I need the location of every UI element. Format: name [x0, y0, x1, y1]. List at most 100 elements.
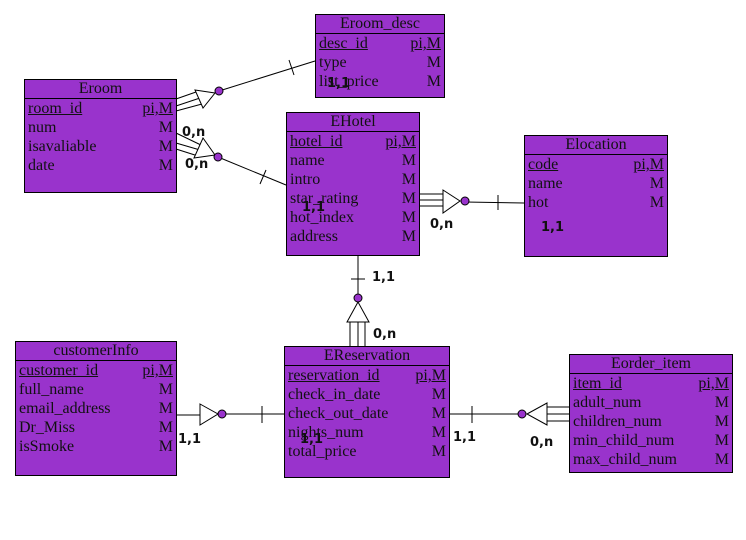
cardinality-label: 0,n: [430, 217, 454, 232]
attribute-row: children_num M: [570, 412, 732, 431]
attribute-constraint: pi,M: [415, 367, 446, 384]
attribute-name: adult_num: [573, 394, 642, 411]
attribute-constraint: M: [649, 194, 664, 211]
attribute-name: check_in_date: [288, 386, 381, 403]
attribute-row: full_name M: [16, 380, 176, 399]
attribute-constraint: M: [431, 386, 446, 403]
attribute-constraint: M: [158, 157, 173, 174]
attribute-row: isavaliable M: [25, 137, 176, 156]
attribute-row: Dr_Miss M: [16, 418, 176, 437]
attribute-name: check_out_date: [288, 405, 389, 422]
attribute-row: max_child_num M: [570, 450, 732, 469]
cardinality-label: 0,n: [185, 157, 209, 172]
attribute-constraint: M: [158, 381, 173, 398]
attribute-name: address: [290, 228, 338, 245]
attribute-constraint: M: [431, 424, 446, 441]
cardinality-label: 0,n: [530, 435, 554, 450]
attribute-row: num M: [25, 118, 176, 137]
attribute-constraint: M: [714, 432, 729, 449]
attribute-constraint: M: [401, 209, 416, 226]
cardinality-label: 1,1: [300, 432, 324, 447]
attribute-row: desc_id pi,M: [316, 34, 444, 53]
attribute-row: reservation_id pi,M: [285, 366, 449, 385]
attribute-row: date M: [25, 156, 176, 175]
attribute-name: reservation_id: [288, 367, 380, 384]
attribute-name: customer_id: [19, 362, 99, 379]
attribute-name: date: [28, 157, 55, 174]
attribute-row: item_id pi,M: [570, 374, 732, 393]
cardinality-label: 1,1: [302, 200, 326, 215]
attribute-name: full_name: [19, 381, 84, 398]
attribute-row: type M: [316, 53, 444, 72]
attribute-name: name: [290, 152, 325, 169]
cardinality-label: 1,1: [453, 430, 477, 445]
attribute-row: room_id pi,M: [25, 99, 176, 118]
entity-title: EReservation: [285, 347, 449, 366]
attribute-constraint: M: [401, 190, 416, 207]
attribute-name: code: [528, 156, 559, 173]
cardinality-label: 1,1: [327, 76, 351, 91]
attribute-constraint: M: [158, 119, 173, 136]
attribute-row: adult_num M: [570, 393, 732, 412]
attribute-row: min_child_num M: [570, 431, 732, 450]
attribute-row: code pi,M: [525, 155, 667, 174]
entity-title: Eroom_desc: [316, 15, 444, 34]
attribute-constraint: M: [426, 54, 441, 71]
attribute-constraint: M: [714, 451, 729, 468]
attribute-constraint: pi,M: [633, 156, 664, 173]
attribute-name: hotel_id: [290, 133, 343, 150]
attribute-constraint: M: [426, 73, 441, 90]
entity-title: customerInfo: [16, 342, 176, 361]
attribute-name: max_child_num: [573, 451, 677, 468]
entity-ehotel[interactable]: EHotel hotel_id pi,M name Mintro Mstar_rating…: [286, 112, 420, 256]
attribute-constraint: M: [714, 394, 729, 411]
attribute-constraint: M: [431, 405, 446, 422]
cardinality-label: 0,n: [373, 327, 397, 342]
attribute-name: isavaliable: [28, 138, 97, 155]
attribute-row: check_in_date M: [285, 385, 449, 404]
attribute-name: children_num: [573, 413, 662, 430]
attribute-row: intro M: [287, 170, 419, 189]
attribute-row: check_out_date M: [285, 404, 449, 423]
entity-eroom[interactable]: Eroom room_id pi,M num Misavaliable Mdate M: [24, 79, 177, 193]
attribute-constraint: pi,M: [142, 362, 173, 379]
entity-eorder_item[interactable]: Eorder_item item_id pi,M adult_num Mchildren…: [569, 354, 733, 473]
attribute-constraint: M: [714, 413, 729, 430]
entity-elocation[interactable]: Elocation code pi,M name Mhot M: [524, 135, 668, 257]
attribute-constraint: pi,M: [698, 375, 729, 392]
attribute-name: desc_id: [319, 35, 368, 52]
attribute-name: intro: [290, 171, 321, 188]
entity-customerinfo[interactable]: customerInfo customer_id pi,M full_name Mema…: [15, 341, 177, 476]
cardinality-label: 1,1: [541, 220, 565, 235]
attribute-name: Dr_Miss: [19, 419, 76, 436]
attribute-name: email_address: [19, 400, 111, 417]
attribute-constraint: pi,M: [385, 133, 416, 150]
attribute-row: hotel_id pi,M: [287, 132, 419, 151]
cardinality-label: 1,1: [372, 270, 396, 285]
entity-title: Eorder_item: [570, 355, 732, 374]
attribute-row: name M: [525, 174, 667, 193]
attribute-constraint: M: [158, 419, 173, 436]
attribute-constraint: M: [649, 175, 664, 192]
entity-ereservation[interactable]: EReservation reservation_id pi,M check_in_d…: [284, 346, 450, 478]
attribute-constraint: M: [431, 443, 446, 460]
entity-title: Eroom: [25, 80, 176, 99]
attribute-constraint: M: [158, 138, 173, 155]
attribute-constraint: M: [401, 152, 416, 169]
attribute-name: num: [28, 119, 57, 136]
attribute-row: isSmoke M: [16, 437, 176, 456]
entity-title: Elocation: [525, 136, 667, 155]
attribute-name: hot: [528, 194, 549, 211]
attribute-constraint: M: [158, 438, 173, 455]
attribute-name: item_id: [573, 375, 622, 392]
attribute-constraint: pi,M: [142, 100, 173, 117]
attribute-name: type: [319, 54, 347, 71]
attribute-name: name: [528, 175, 563, 192]
attribute-constraint: pi,M: [410, 35, 441, 52]
cardinality-label: 0,n: [182, 125, 206, 140]
attribute-row: address M: [287, 227, 419, 246]
attribute-constraint: M: [158, 400, 173, 417]
cardinality-label: 1,1: [178, 432, 202, 447]
attribute-constraint: M: [401, 228, 416, 245]
entity-title: EHotel: [287, 113, 419, 132]
